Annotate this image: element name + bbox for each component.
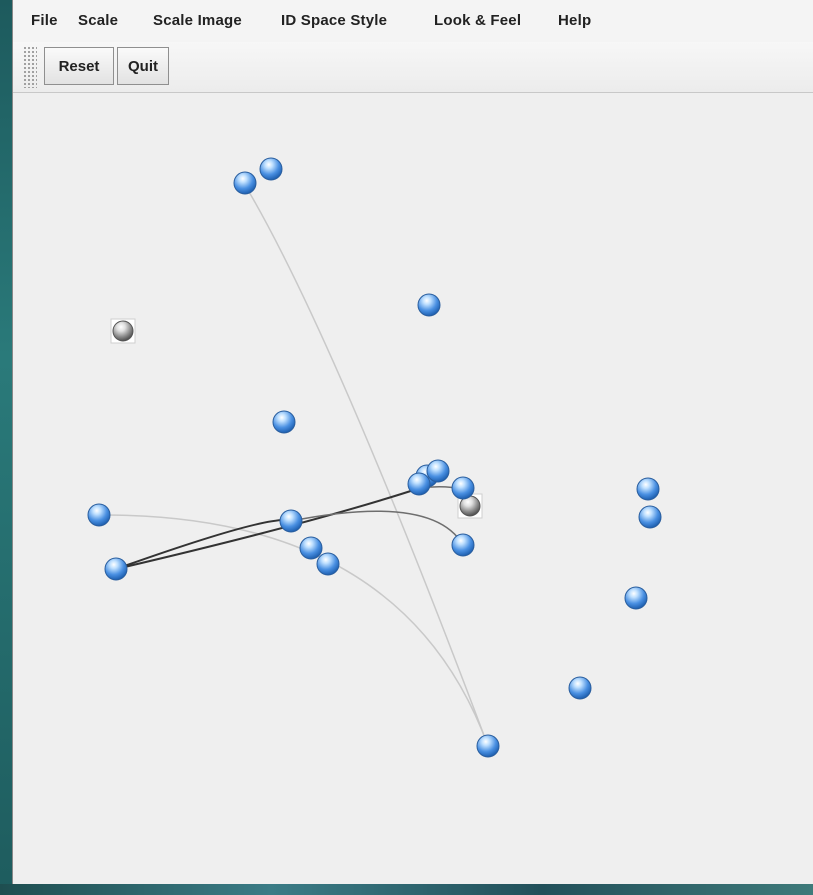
menu-scale-image[interactable]: Scale Image — [153, 12, 242, 29]
app-window: File Scale Scale Image ID Space Style Lo… — [12, 0, 813, 884]
reset-button[interactable]: Reset — [44, 47, 114, 85]
graph-node[interactable] — [104, 557, 128, 581]
graph-edge — [115, 519, 292, 570]
graph-node[interactable] — [259, 157, 283, 181]
graph-edge — [98, 514, 489, 747]
desktop-background-left — [0, 0, 12, 895]
graph-svg — [87, 157, 662, 758]
graph-node[interactable] — [87, 503, 111, 527]
graph-node[interactable] — [407, 472, 431, 496]
graph-node[interactable] — [299, 536, 323, 560]
graph-node[interactable] — [451, 533, 475, 557]
menu-id-space-style[interactable]: ID Space Style — [281, 12, 387, 29]
graph-node[interactable] — [426, 459, 450, 483]
graph-node[interactable] — [624, 586, 648, 610]
quit-button[interactable]: Quit — [117, 47, 169, 85]
menu-file[interactable]: File — [31, 12, 58, 29]
graph-edge — [244, 184, 489, 747]
graph-node[interactable] — [233, 171, 257, 195]
graph-node-gray[interactable] — [110, 318, 136, 344]
desktop-background-bottom — [0, 884, 813, 895]
graph-node[interactable] — [316, 552, 340, 576]
graph-canvas[interactable] — [13, 93, 813, 884]
graph-node[interactable] — [568, 676, 592, 700]
graph-edge — [115, 487, 421, 570]
menu-look-and-feel[interactable]: Look & Feel — [434, 12, 521, 29]
graph-node[interactable] — [279, 509, 303, 533]
menu-bar: File Scale Scale Image ID Space Style Lo… — [13, 0, 813, 42]
graph-node[interactable] — [451, 476, 475, 500]
toolbar-drag-handle[interactable] — [23, 46, 37, 88]
menu-scale[interactable]: Scale — [78, 12, 118, 29]
graph-node[interactable] — [638, 505, 662, 529]
menu-help[interactable]: Help — [558, 12, 591, 29]
graph-node[interactable] — [272, 410, 296, 434]
graph-node[interactable] — [636, 477, 660, 501]
graph-node[interactable] — [417, 293, 441, 317]
graph-node[interactable] — [476, 734, 500, 758]
toolbar: Reset Quit — [13, 42, 813, 93]
